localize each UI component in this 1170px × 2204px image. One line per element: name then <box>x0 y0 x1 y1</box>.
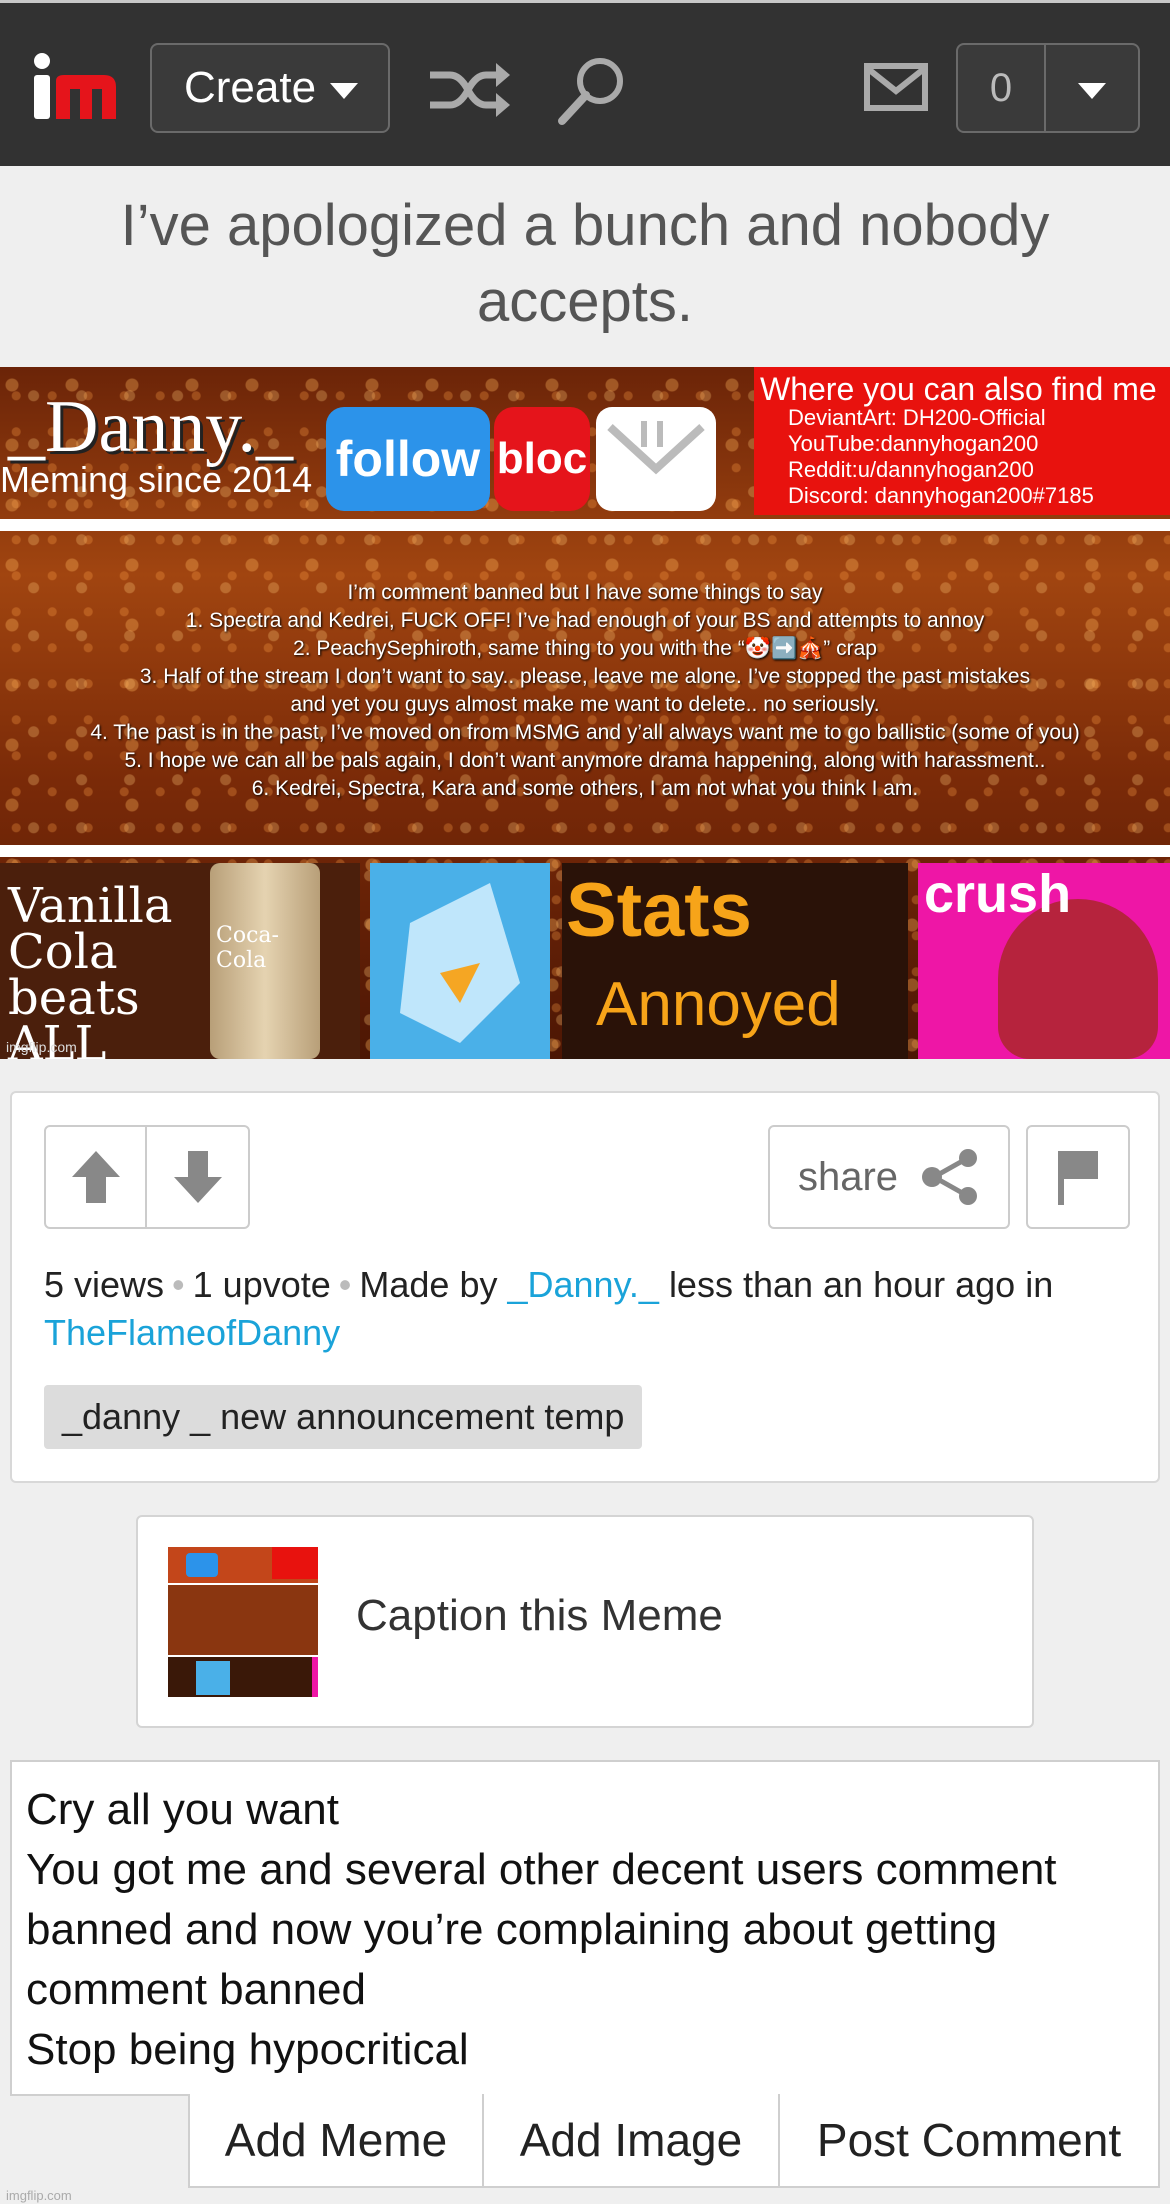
top-nav: Create 0 <box>0 0 1170 166</box>
divider <box>0 845 1170 857</box>
crush-title: crush <box>924 864 1072 924</box>
separator-dot: • <box>172 1264 185 1305</box>
mail-icon[interactable] <box>864 63 928 111</box>
find-me-line: Discord: dannyhogan200#7185 <box>788 483 1094 508</box>
arrow-up-icon <box>71 1151 120 1203</box>
ice-bird-image <box>400 883 520 1043</box>
create-dropdown-button[interactable]: Create <box>150 43 390 133</box>
meme-header-name: _Danny._ <box>8 386 293 468</box>
view-count: 5 views <box>44 1264 165 1305</box>
chevron-down-icon <box>330 83 359 99</box>
separator-dot: • <box>338 1264 352 1305</box>
tag-chip[interactable]: _danny _ new announcement temp <box>44 1385 643 1449</box>
stats-tile: Stats Annoyed <box>562 863 908 1059</box>
vote-group <box>44 1125 250 1229</box>
meme-header-banner: _Danny._ Meming since 2014 follow bloc W… <box>0 367 1170 522</box>
add-image-button[interactable]: Add Image <box>484 2094 780 2188</box>
envelope-icon <box>596 407 716 511</box>
can-label: Coca-Cola <box>216 923 279 973</box>
flag-icon <box>1058 1151 1098 1205</box>
downvote-button[interactable] <box>147 1127 248 1227</box>
post-comment-button[interactable]: Post Comment <box>780 2094 1160 2188</box>
add-meme-button[interactable]: Add Meme <box>188 2094 484 2188</box>
arrow-down-icon <box>173 1151 222 1203</box>
find-me-line: YouTube:dannyhogan200 <box>788 431 1039 456</box>
stats-value: Annoyed <box>596 970 841 1039</box>
comment-textarea[interactable]: Cry all you want You got me and several … <box>10 1760 1160 2096</box>
announcement-line: 6. Kedrei, Spectra, Kara and some others… <box>251 777 919 800</box>
stream-link[interactable]: TheFlameofDanny <box>44 1312 340 1353</box>
vanilla-cola-tile: Vanilla Cola beats ALL Coca-Cola <box>0 863 360 1059</box>
upvote-button[interactable] <box>46 1127 147 1227</box>
chevron-down-icon <box>1078 83 1106 99</box>
meming-since-text: Meming since 2014 <box>0 459 313 500</box>
announcement-line: 3. Half of the stream I don’t want to sa… <box>139 665 1031 688</box>
caption-this-meme-card[interactable]: Caption this Meme <box>136 1515 1034 1728</box>
in-label: in <box>1025 1264 1054 1305</box>
vanilla-cola-text: Vanilla Cola beats ALL <box>8 878 173 1059</box>
follow-badge: follow <box>326 407 490 511</box>
find-me-line: Reddit:u/dannyhogan200 <box>788 457 1034 482</box>
announcement-line: 2. PeachySephiroth, same thing to you wi… <box>293 637 877 660</box>
post-meta: 5 views • 1 upvote • Made by _Danny._ less t… <box>44 1261 1134 1357</box>
announcement-line: and yet you guys almost make me want to … <box>290 693 880 716</box>
user-menu-button[interactable] <box>1046 45 1138 131</box>
share-button[interactable]: share <box>768 1125 1010 1229</box>
shuffle-icon[interactable] <box>426 55 512 125</box>
find-me-line: DeviantArt: DH200-Official <box>788 405 1046 430</box>
divider <box>0 519 1170 531</box>
stats-title: Stats <box>566 868 752 953</box>
announcement-line: 1. Spectra and Kedrei, FUCK OFF! I’ve ha… <box>185 609 985 632</box>
share-icon <box>922 1149 978 1205</box>
cola-can-image: Coca-Cola <box>210 863 320 1059</box>
imgflip-logo[interactable] <box>30 51 120 123</box>
image-watermark: imgflip.com <box>6 1039 77 1055</box>
share-label: share <box>797 1154 899 1199</box>
notification-count[interactable]: 0 <box>958 45 1046 131</box>
author-link[interactable]: _Danny._ <box>507 1264 658 1305</box>
announcement-text: I’m comment banned but I have some thing… <box>0 579 1170 803</box>
template-thumbnail <box>168 1547 318 1697</box>
block-badge: bloc <box>494 407 590 511</box>
announcement-line: 5. I hope we can all be pals again, I do… <box>124 749 1046 772</box>
time-ago: less than an hour ago <box>668 1264 1016 1305</box>
caption-this-meme-label: Caption this Meme <box>356 1591 723 1640</box>
announcement-line: I’m comment banned but I have some thing… <box>347 581 823 604</box>
made-by-label: Made by <box>359 1264 498 1305</box>
meme-title: I’ve apologized a bunch and nobody accep… <box>120 193 1050 334</box>
ice-bird-tile <box>370 863 550 1059</box>
flag-button[interactable] <box>1026 1125 1130 1229</box>
notification-group: 0 <box>956 43 1140 133</box>
footer-watermark: imgflip.com <box>6 2188 72 2203</box>
post-info-card: share 5 views • 1 upvote • Made by _Danny._ … <box>10 1091 1160 1483</box>
comment-actions: Add Meme Add Image Post Comment <box>188 2094 1160 2188</box>
crush-tile: crush <box>918 863 1170 1059</box>
search-icon[interactable] <box>552 55 638 125</box>
find-me-title: Where you can also find me <box>760 371 1157 407</box>
create-label: Create <box>184 63 317 112</box>
meme-image[interactable]: _Danny._ Meming since 2014 follow bloc W… <box>0 367 1170 1059</box>
upvote-count: 1 upvote <box>192 1264 331 1305</box>
announcement-line: 4. The past is in the past, I’ve moved o… <box>90 721 1080 744</box>
